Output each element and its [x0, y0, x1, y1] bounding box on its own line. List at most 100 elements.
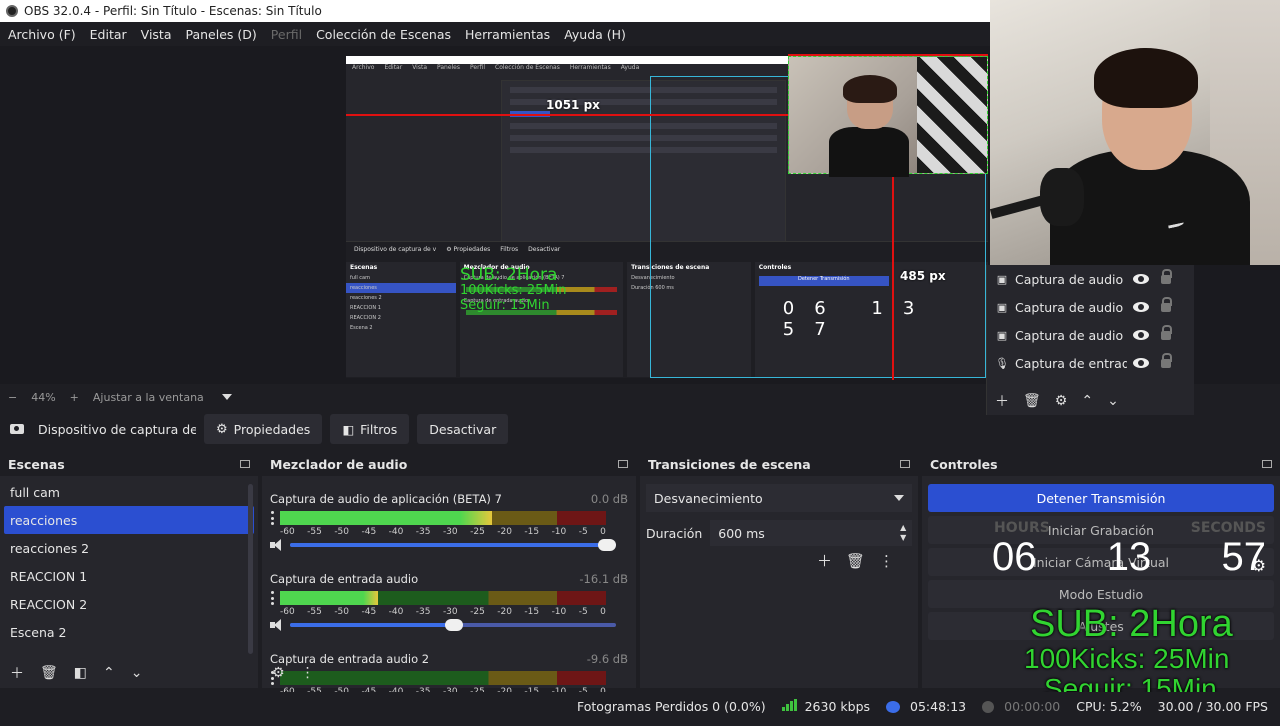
volume-slider[interactable] — [290, 619, 616, 631]
gear-icon[interactable]: ⚙ — [1252, 556, 1266, 575]
scenes-dock: Escenas full cam reacciones reacciones 2… — [0, 452, 258, 688]
fit-window-button[interactable]: Ajustar a la ventana — [93, 391, 204, 404]
menu-ayuda[interactable]: Ayuda (H) — [564, 27, 626, 42]
volume-slider-knob[interactable] — [444, 619, 463, 631]
scenes-toolbar: ＋ 🗑 ◧ ⌃ ⌄ — [0, 658, 258, 688]
camera-source-selected[interactable] — [788, 56, 988, 177]
menu-herramientas[interactable]: Herramientas — [465, 27, 550, 42]
meter-tick-label: -20 — [497, 607, 512, 617]
spinner-icon[interactable]: ▲ ▼ — [900, 524, 906, 542]
monitor-icon: ▣ — [996, 273, 1008, 286]
menu-vista[interactable]: Vista — [141, 27, 172, 42]
source-item[interactable]: ▣ Captura de audio de — [987, 321, 1194, 349]
goal-sub: SUB: 2Hora — [1030, 603, 1233, 645]
chevron-down-icon[interactable] — [221, 394, 232, 400]
scene-item-selected[interactable]: reacciones — [4, 506, 254, 534]
trash-icon[interactable]: 🗑 — [1023, 393, 1041, 409]
channel-menu-icon[interactable] — [270, 591, 274, 605]
scene-item[interactable]: Escena 2 — [0, 618, 258, 646]
meter-tick-label: -45 — [361, 527, 377, 537]
menu-perfil[interactable]: Perfil — [271, 27, 302, 42]
lock-icon[interactable] — [1161, 296, 1172, 312]
visibility-eye-icon[interactable] — [1133, 358, 1149, 368]
undock-icon[interactable] — [1262, 460, 1272, 468]
mute-speaker-icon[interactable] — [270, 539, 284, 551]
meter-tick-label: -35 — [415, 607, 431, 617]
lock-icon[interactable] — [1161, 324, 1172, 340]
menu-paneles[interactable]: Paneles (D) — [186, 27, 257, 42]
trash-icon[interactable]: 🗑 — [846, 552, 865, 570]
meter-tick-label: -50 — [334, 527, 350, 537]
zoom-out-button[interactable]: − — [8, 391, 17, 404]
channel-menu-icon[interactable] — [270, 511, 274, 525]
menu-archivo[interactable]: Archivo (F) — [8, 27, 76, 42]
zoom-level: 44% — [31, 390, 56, 404]
zoom-in-button[interactable]: + — [70, 391, 79, 404]
source-item[interactable]: ▣ Captura de audio de — [987, 293, 1194, 321]
scene-item[interactable]: REACCION 1 — [0, 562, 258, 590]
undock-icon[interactable] — [900, 460, 910, 468]
meter-tick-label: 0 — [600, 527, 606, 537]
menu-coleccion-escenas[interactable]: Colección de Escenas — [316, 27, 451, 42]
gear-icon[interactable]: ⚙ — [1055, 393, 1068, 409]
meter-tick-label: -25 — [470, 527, 485, 537]
seconds-label: SECONDS — [1190, 520, 1266, 536]
mixer-toolbar: ⚙ ⋮ — [262, 658, 636, 688]
mute-speaker-icon[interactable] — [270, 619, 284, 631]
source-item[interactable]: ▣ Captura de audio de — [987, 265, 1194, 293]
meter-tick-label: -50 — [334, 607, 350, 617]
visibility-eye-icon[interactable] — [1133, 274, 1149, 284]
lock-icon[interactable] — [1161, 268, 1172, 284]
hours-label: HOURS — [994, 520, 1050, 536]
scene-item[interactable]: reacciones 2 — [0, 534, 258, 562]
undock-icon[interactable] — [618, 460, 628, 468]
record-icon — [982, 701, 995, 713]
filter-icon: ◧ — [342, 421, 355, 437]
webcam-feed — [990, 0, 1280, 265]
meter-tick-label: -60 — [280, 607, 295, 617]
add-scene-icon[interactable]: ＋ — [10, 663, 24, 683]
trash-icon[interactable]: 🗑 — [40, 665, 58, 681]
visibility-eye-icon[interactable] — [1133, 302, 1149, 312]
scene-item[interactable]: full cam — [0, 478, 258, 506]
timer-overlay: HOURS SECONDS 06 13 57 ⚙ — [980, 520, 1280, 590]
properties-button[interactable]: ⚙ Propiedades — [204, 414, 323, 444]
stream-time: 05:48:13 — [886, 699, 966, 714]
chevron-up-icon[interactable]: ⌃ — [1081, 393, 1093, 409]
lock-icon[interactable] — [1161, 352, 1172, 368]
scene-filter-icon[interactable]: ◧ — [74, 665, 87, 681]
stop-stream-button[interactable]: Detener Transmisión — [928, 484, 1274, 512]
menu-editar[interactable]: Editar — [90, 27, 127, 42]
scenes-scrollbar[interactable] — [248, 484, 253, 654]
volume-slider[interactable] — [290, 539, 616, 551]
mixer-settings-icon[interactable]: ⚙ — [272, 665, 285, 681]
mixer-header: Mezclador de audio — [262, 452, 636, 476]
more-options-icon[interactable]: ⋮ — [301, 665, 315, 681]
scene-item[interactable]: REACCION 2 — [0, 590, 258, 618]
meter-tick-label: -45 — [361, 607, 377, 617]
guide-label-height: 485 px — [900, 269, 946, 283]
chevron-up-icon[interactable]: ⌃ — [103, 665, 115, 681]
volume-slider-knob[interactable] — [598, 539, 616, 551]
zoom-bar: − 44% + Ajustar a la ventana — [0, 388, 985, 406]
chevron-down-icon[interactable]: ⌄ — [131, 665, 143, 681]
meter-tick-label: -25 — [470, 607, 485, 617]
transition-select[interactable]: Desvanecimiento — [646, 484, 912, 512]
source-item[interactable]: 🎙 Captura de entrada — [987, 349, 1194, 377]
add-source-icon[interactable]: ＋ — [995, 391, 1009, 411]
filters-button[interactable]: ◧ Filtros — [330, 414, 410, 444]
duration-input[interactable]: 600 ms ▲ ▼ — [710, 520, 913, 546]
chevron-down-icon[interactable]: ⌄ — [1107, 393, 1119, 409]
add-transition-icon[interactable]: ＋ — [817, 550, 832, 571]
channel-name: Captura de entrada audio — [270, 572, 419, 586]
undock-icon[interactable] — [240, 460, 250, 468]
gear-icon: ⚙ — [216, 421, 228, 437]
source-toolbar: Dispositivo de captura de v ⚙ Propiedade… — [0, 410, 1280, 448]
channel-name: Captura de audio de aplicación (BETA) 7 — [270, 492, 502, 506]
deactivate-button[interactable]: Desactivar — [417, 414, 509, 444]
duration-row: Duración 600 ms ▲ ▼ — [640, 520, 918, 546]
chevron-down-icon — [894, 495, 904, 501]
more-options-icon[interactable]: ⋮ — [879, 552, 894, 570]
visibility-eye-icon[interactable] — [1133, 330, 1149, 340]
meter-tick-label: -5 — [578, 527, 588, 537]
